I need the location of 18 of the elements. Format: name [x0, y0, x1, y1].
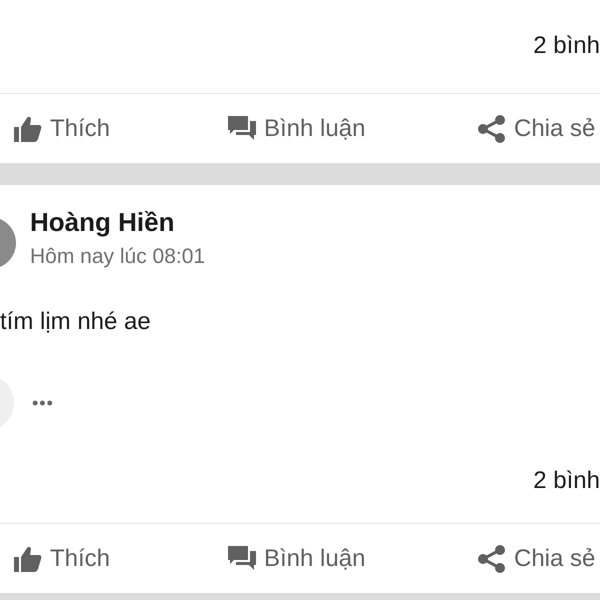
comment-count[interactable]: 2 bình: [533, 28, 600, 64]
comment-count[interactable]: 2 bình: [533, 463, 600, 499]
share-icon: [478, 114, 506, 142]
share-button[interactable]: Chia sẻ: [466, 106, 600, 150]
post-time: Hôm nay lúc 08:01: [30, 244, 206, 270]
comment-button[interactable]: Bình luận: [220, 536, 466, 580]
thumbs-up-icon: [14, 116, 42, 142]
like-button[interactable]: Thích: [0, 536, 220, 580]
thumbs-up-icon: [14, 546, 42, 572]
author-name[interactable]: Hoàng Hiền: [30, 206, 206, 238]
share-icon: [478, 544, 506, 572]
post-text: tím lịm nhé ae: [0, 307, 152, 337]
like-button[interactable]: Thích: [0, 106, 220, 150]
chat-bubbles-icon: [228, 116, 256, 142]
comment-button[interactable]: Bình luận: [220, 106, 466, 150]
more-dots[interactable]: •••: [32, 390, 54, 416]
share-button[interactable]: Chia sẻ: [466, 536, 600, 580]
chat-bubbles-icon: [228, 546, 256, 572]
